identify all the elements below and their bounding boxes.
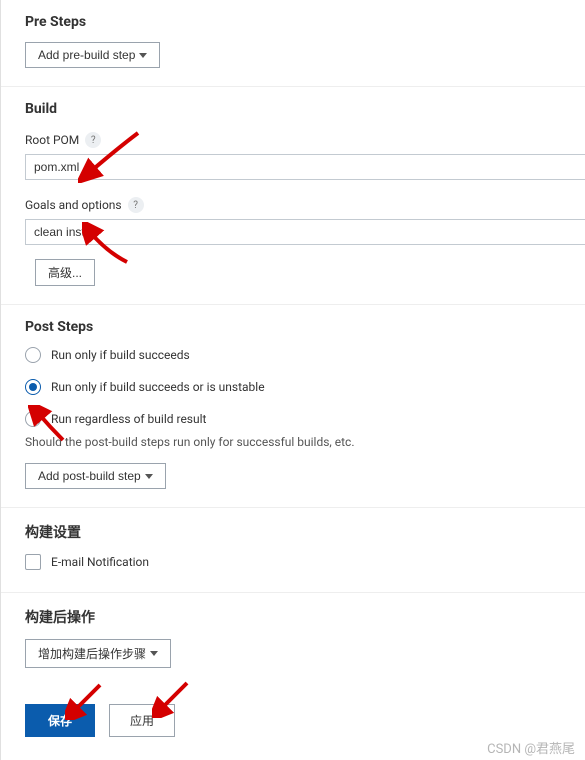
save-button[interactable]: 保存 xyxy=(25,704,95,737)
build-title: Build xyxy=(25,101,585,117)
post-build-actions-title: 构建后操作 xyxy=(25,607,585,627)
add-post-build-action-label: 增加构建后操作步骤 xyxy=(38,645,146,662)
goals-label: Goals and options xyxy=(25,198,122,212)
radio-succeeds-unstable[interactable] xyxy=(25,379,41,395)
add-post-build-step-button[interactable]: Add post-build step xyxy=(25,463,166,489)
add-pre-build-label: Add pre-build step xyxy=(38,48,135,62)
help-icon[interactable]: ? xyxy=(128,197,144,213)
caret-down-icon xyxy=(145,474,153,479)
radio-regardless-label: Run regardless of build result xyxy=(51,412,206,426)
radio-succeeds-label: Run only if build succeeds xyxy=(51,348,190,362)
root-pom-input[interactable] xyxy=(25,154,585,180)
add-post-build-action-button[interactable]: 增加构建后操作步骤 xyxy=(25,639,171,668)
radio-succeeds[interactable] xyxy=(25,347,41,363)
post-steps-help: Should the post-build steps run only for… xyxy=(25,435,585,449)
advanced-button[interactable]: 高级... xyxy=(35,259,95,286)
goals-input[interactable] xyxy=(25,219,585,245)
pre-steps-title: Pre Steps xyxy=(25,14,585,30)
build-settings-title: 构建设置 xyxy=(25,522,585,542)
caret-down-icon xyxy=(150,651,158,656)
email-notification-label: E-mail Notification xyxy=(51,555,149,569)
radio-regardless[interactable] xyxy=(25,411,41,427)
apply-button[interactable]: 应用 xyxy=(109,704,175,737)
email-notification-checkbox[interactable] xyxy=(25,554,41,570)
help-icon[interactable]: ? xyxy=(85,132,101,148)
caret-down-icon xyxy=(139,53,147,58)
add-post-build-label: Add post-build step xyxy=(38,469,141,483)
post-steps-title: Post Steps xyxy=(25,319,585,335)
add-pre-build-step-button[interactable]: Add pre-build step xyxy=(25,42,160,68)
root-pom-label: Root POM xyxy=(25,133,79,147)
radio-succeeds-unstable-label: Run only if build succeeds or is unstabl… xyxy=(51,380,265,394)
